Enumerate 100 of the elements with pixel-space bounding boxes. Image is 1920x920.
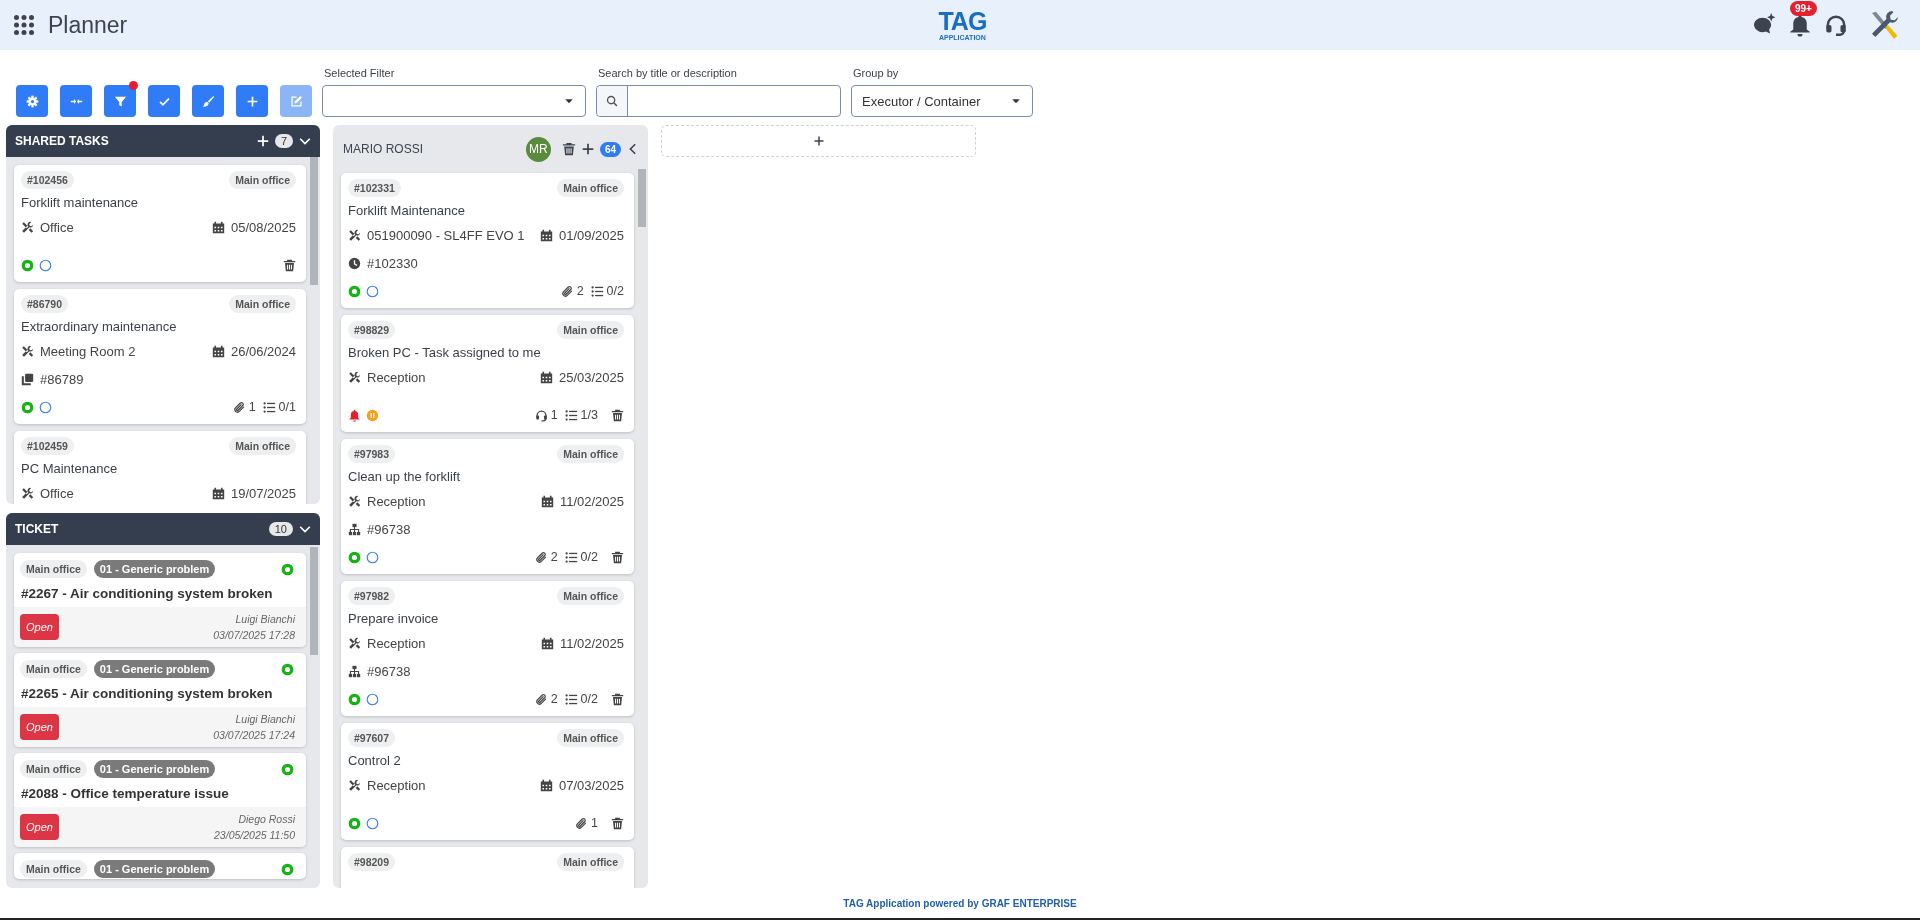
field-label: Group by — [852, 67, 900, 79]
pause-icon — [366, 408, 379, 422]
circle-icon — [39, 400, 52, 414]
task-id-tag: #97607 — [348, 729, 396, 747]
status-badge: Open — [20, 714, 59, 740]
due-date: 11/02/2025 — [559, 635, 624, 651]
asset-name: Reception — [367, 493, 426, 509]
related-task-ref: #86789 — [40, 371, 84, 387]
task-id-tag: #102456 — [21, 171, 74, 189]
calendar-icon — [540, 494, 554, 508]
user-avatar: MR — [525, 136, 551, 162]
toolbar-button[interactable] — [60, 85, 92, 117]
apps-grid-icon[interactable] — [14, 15, 34, 35]
task-card[interactable]: #98829 Main office Broken PC - Task assigned to me Reception 25/03/2025 1 1/3 — [341, 315, 634, 432]
scrollbar[interactable] — [310, 157, 318, 285]
toolbar-button[interactable] — [192, 85, 224, 117]
trash-icon[interactable] — [611, 550, 624, 564]
status-badge: Open — [20, 814, 59, 840]
category-tag: 01 - Generic problem — [93, 860, 216, 878]
location-tag: Main office — [20, 560, 87, 578]
trash-icon[interactable] — [561, 142, 576, 156]
filter-icon — [113, 94, 127, 108]
headset-icon[interactable] — [1824, 13, 1848, 37]
counter-value: 1 — [248, 400, 256, 414]
tools-icon — [348, 636, 361, 650]
ring-icon — [348, 692, 361, 706]
notification-count: 99+ — [1790, 1, 1817, 16]
circle-icon — [366, 284, 379, 298]
checklist-icon — [262, 400, 276, 414]
panel-title: SHARED TASKS — [15, 134, 109, 148]
paperclip-icon — [534, 692, 548, 706]
task-card[interactable]: #102459 Main office PC Maintenance Office 19/07/2025 — [14, 431, 306, 504]
ticket-card[interactable]: Main office 01 - Generic problem #2265 - Air conditioning system broken Open Luigi Bianchi 03/07/2025 17:24 — [14, 653, 306, 747]
task-title: Clean up the forklift — [348, 467, 461, 486]
related-task-ref: #96738 — [367, 663, 411, 679]
task-id-tag: #102459 — [21, 437, 74, 455]
location-tag: Main office — [557, 445, 624, 463]
task-card[interactable]: #97607 Main office Control 2 Reception 07/03/2025 1 — [341, 723, 634, 840]
category-tag: 01 - Generic problem — [93, 660, 216, 678]
calendar-icon — [211, 344, 225, 358]
ticket-card[interactable]: Main office 01 - Generic problem — [14, 853, 306, 879]
location-tag: Main office — [229, 295, 296, 313]
due-date: 19/07/2025 — [230, 485, 296, 501]
dropdown-field[interactable]: Executor / Container — [851, 85, 1033, 117]
ticket-count: 10 — [268, 522, 293, 536]
toolbar-button[interactable] — [16, 85, 48, 117]
location-tag: Main office — [20, 860, 87, 878]
scrollbar[interactable] — [310, 547, 318, 655]
location-tag: Main office — [20, 760, 87, 778]
task-id-tag: #97983 — [348, 445, 396, 463]
task-card[interactable]: #102331 Main office Forklift Maintenance 051900090 - SL4FF EVO 1 01/09/2025 #102330 2 0/2 — [341, 173, 634, 308]
counter-value: 1/3 — [580, 408, 598, 422]
notifications-icon[interactable] — [1788, 13, 1812, 37]
task-card[interactable]: #97983 Main office Clean up the forklift Reception 11/02/2025 #96738 2 0/2 — [341, 439, 634, 574]
trash-icon[interactable] — [611, 816, 624, 830]
counter-value: 0/2 — [580, 692, 598, 706]
search-field[interactable] — [596, 85, 841, 117]
toolbar-button[interactable] — [148, 85, 180, 117]
task-title: Forklift maintenance — [21, 193, 140, 212]
tools-icon — [348, 228, 361, 242]
trash-icon[interactable] — [283, 258, 296, 272]
ticket-datetime: 03/07/2025 17:28 — [213, 628, 295, 643]
ticket-author: Luigi Bianchi — [235, 712, 295, 727]
ring-icon — [281, 762, 294, 776]
task-count: 64 — [599, 141, 621, 157]
calendar-icon — [211, 220, 225, 234]
ring-icon — [21, 258, 34, 272]
category-tag: 01 - Generic problem — [93, 760, 216, 778]
bell-icon — [348, 408, 361, 422]
location-tag: Main office — [229, 171, 296, 189]
trash-icon[interactable] — [611, 692, 624, 706]
toolbar-button[interactable] — [236, 85, 268, 117]
plus-icon[interactable] — [580, 142, 595, 156]
ticket-card[interactable]: Main office 01 - Generic problem #2088 - Office temperature issue Open Diego Rossi 23/05/2025 11:50 — [14, 753, 306, 847]
task-title: Control 2 — [348, 751, 402, 770]
task-card[interactable]: #102456 Main office Forklift maintenance Office 05/08/2025 — [14, 165, 306, 282]
trash-icon[interactable] — [611, 408, 624, 422]
task-card[interactable]: #86790 Main office Extraordinary maintenance Meeting Room 2 26/06/2024 #86789 1 0/1 — [14, 289, 306, 424]
asset-name: Reception — [367, 777, 426, 793]
task-id-tag: #102331 — [348, 179, 401, 197]
checklist-icon — [564, 408, 578, 422]
ticket-title: #2265 - Air conditioning system broken — [20, 684, 274, 703]
plus-icon[interactable] — [812, 135, 825, 147]
counter-value: 0/2 — [606, 284, 624, 298]
ring-icon — [348, 816, 361, 830]
scrollbar[interactable] — [638, 169, 646, 227]
task-card[interactable]: #97982 Main office Prepare invoice Reception 11/02/2025 #96738 2 0/2 — [341, 581, 634, 716]
ring-icon — [281, 862, 294, 876]
task-title: Broken PC - Task assigned to me — [348, 343, 542, 362]
field-label: Search by title or description — [597, 67, 738, 79]
clock-icon — [348, 256, 361, 270]
tools-icon — [21, 486, 34, 500]
hierarchy-icon — [348, 522, 361, 536]
ticket-datetime: 23/05/2025 11:50 — [214, 828, 295, 843]
task-card[interactable]: #98209 Main office — [341, 847, 634, 888]
dropdown-field[interactable] — [322, 85, 586, 117]
location-tag: Main office — [229, 437, 296, 455]
ticket-card[interactable]: Main office 01 - Generic problem #2267 - Air conditioning system broken Open Luigi Bianchi 03/07/2025 17:28 — [14, 553, 306, 647]
task-id-tag: #97982 — [348, 587, 396, 605]
paperclip-icon — [575, 816, 589, 830]
